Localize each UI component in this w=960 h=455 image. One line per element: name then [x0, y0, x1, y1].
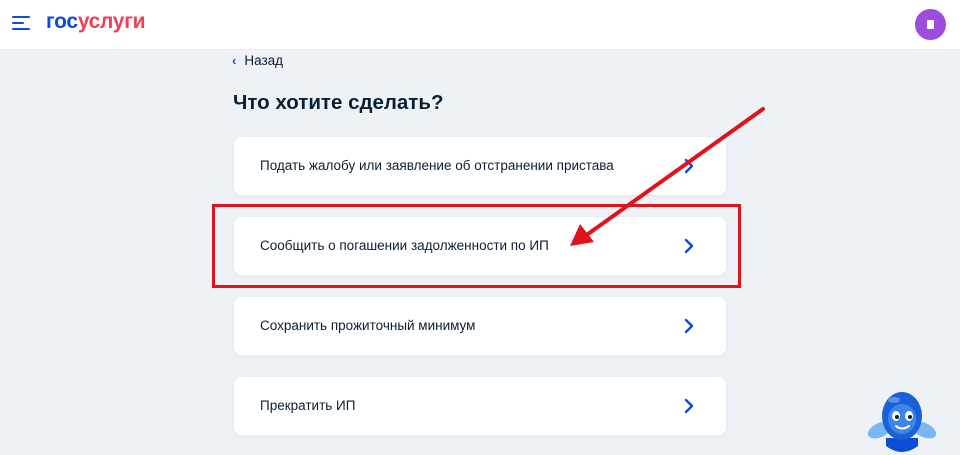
user-avatar-icon[interactable]	[915, 9, 946, 40]
option-card-debt-repayment[interactable]: Сообщить о погашении задолженности по ИП	[234, 217, 726, 275]
top-header: госуслуги	[0, 0, 960, 50]
robot-assistant-icon[interactable]	[866, 388, 938, 455]
option-card-complaint[interactable]: Подать жалобу или заявление об отстранен…	[234, 137, 726, 195]
chevron-right-icon	[684, 238, 694, 254]
chevron-left-icon: ‹	[232, 52, 237, 68]
chevron-right-icon	[684, 158, 694, 174]
option-label: Сохранить прожиточный минимум	[260, 318, 476, 333]
option-label: Подать жалобу или заявление об отстранен…	[260, 158, 614, 173]
option-card-terminate[interactable]: Прекратить ИП	[234, 377, 726, 435]
logo-part-uslugi: услуги	[77, 10, 146, 33]
option-card-living-wage[interactable]: Сохранить прожиточный минимум	[234, 297, 726, 355]
back-label: Назад	[244, 52, 284, 68]
option-label: Прекратить ИП	[260, 398, 356, 413]
option-label: Сообщить о погашении задолженности по ИП	[260, 238, 549, 253]
page-title: Что хотите сделать?	[233, 91, 444, 114]
gosuslugi-logo[interactable]: госуслуги	[46, 10, 146, 34]
back-link[interactable]: ‹ Назад	[232, 51, 283, 69]
chevron-right-icon	[684, 318, 694, 334]
logo-part-gos: гос	[46, 10, 78, 33]
chevron-right-icon	[684, 398, 694, 414]
burger-menu-icon[interactable]	[12, 14, 32, 32]
